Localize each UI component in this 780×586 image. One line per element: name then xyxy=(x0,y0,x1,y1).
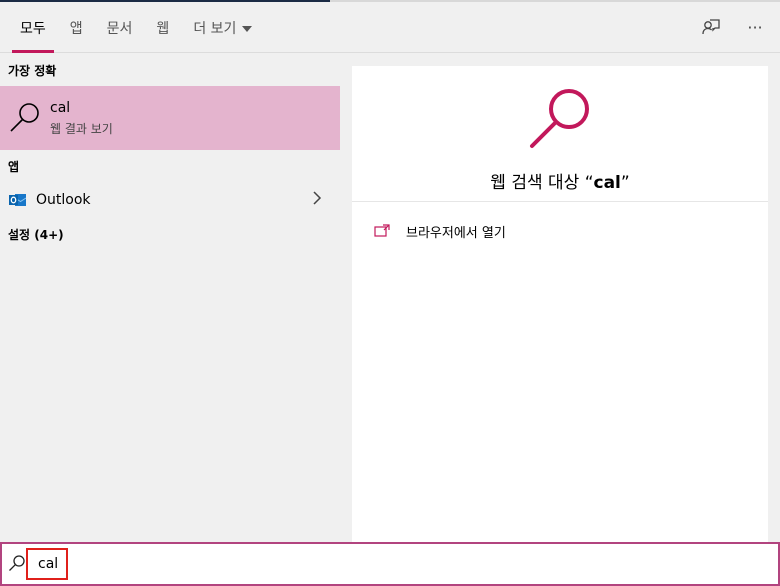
outlook-icon xyxy=(0,192,36,208)
preview-header: 웹 검색 대상 “cal” xyxy=(352,66,768,202)
preview-title: 웹 검색 대상 “cal” xyxy=(490,173,630,193)
search-bar[interactable]: cal xyxy=(0,542,780,586)
feedback-icon[interactable] xyxy=(700,17,722,39)
open-external-icon xyxy=(374,224,392,238)
tab-all[interactable]: 모두 xyxy=(8,2,58,53)
search-input[interactable]: cal xyxy=(26,548,68,580)
chevron-right-icon[interactable] xyxy=(312,190,322,209)
search-icon xyxy=(8,554,26,576)
tab-bar: 모두 앱 문서 웹 더 보기 xyxy=(8,2,264,53)
tab-more[interactable]: 더 보기 xyxy=(181,2,264,53)
apps-heading: 앱 xyxy=(8,159,20,174)
app-item-outlook[interactable]: Outlook xyxy=(0,182,340,218)
tab-apps[interactable]: 앱 xyxy=(58,2,95,53)
tab-documents[interactable]: 문서 xyxy=(95,2,145,53)
best-match-subtitle: 웹 결과 보기 xyxy=(50,121,113,136)
best-match-result[interactable]: cal 웹 결과 보기 xyxy=(0,86,340,150)
results-pane: 가장 정확 cal 웹 결과 보기 앱 Outlook 설정 (4+) xyxy=(0,54,340,542)
web-search-icon xyxy=(526,86,594,158)
tab-web[interactable]: 웹 xyxy=(144,2,181,53)
chevron-down-icon xyxy=(242,25,253,32)
open-in-browser-label: 브라우저에서 열기 xyxy=(406,225,506,241)
settings-heading[interactable]: 설정 (4+) xyxy=(0,218,340,250)
best-match-title: cal xyxy=(50,99,71,116)
app-label: Outlook xyxy=(36,192,91,208)
open-in-browser-action[interactable]: 브라우저에서 열기 xyxy=(352,202,768,260)
best-match-heading: 가장 정확 xyxy=(8,63,57,78)
more-options-icon[interactable]: ··· xyxy=(744,17,766,39)
preview-pane: 웹 검색 대상 “cal” 브라우저에서 열기 xyxy=(352,66,768,542)
search-icon xyxy=(0,86,50,150)
header: 모두 앱 문서 웹 더 보기 ··· xyxy=(0,2,780,53)
